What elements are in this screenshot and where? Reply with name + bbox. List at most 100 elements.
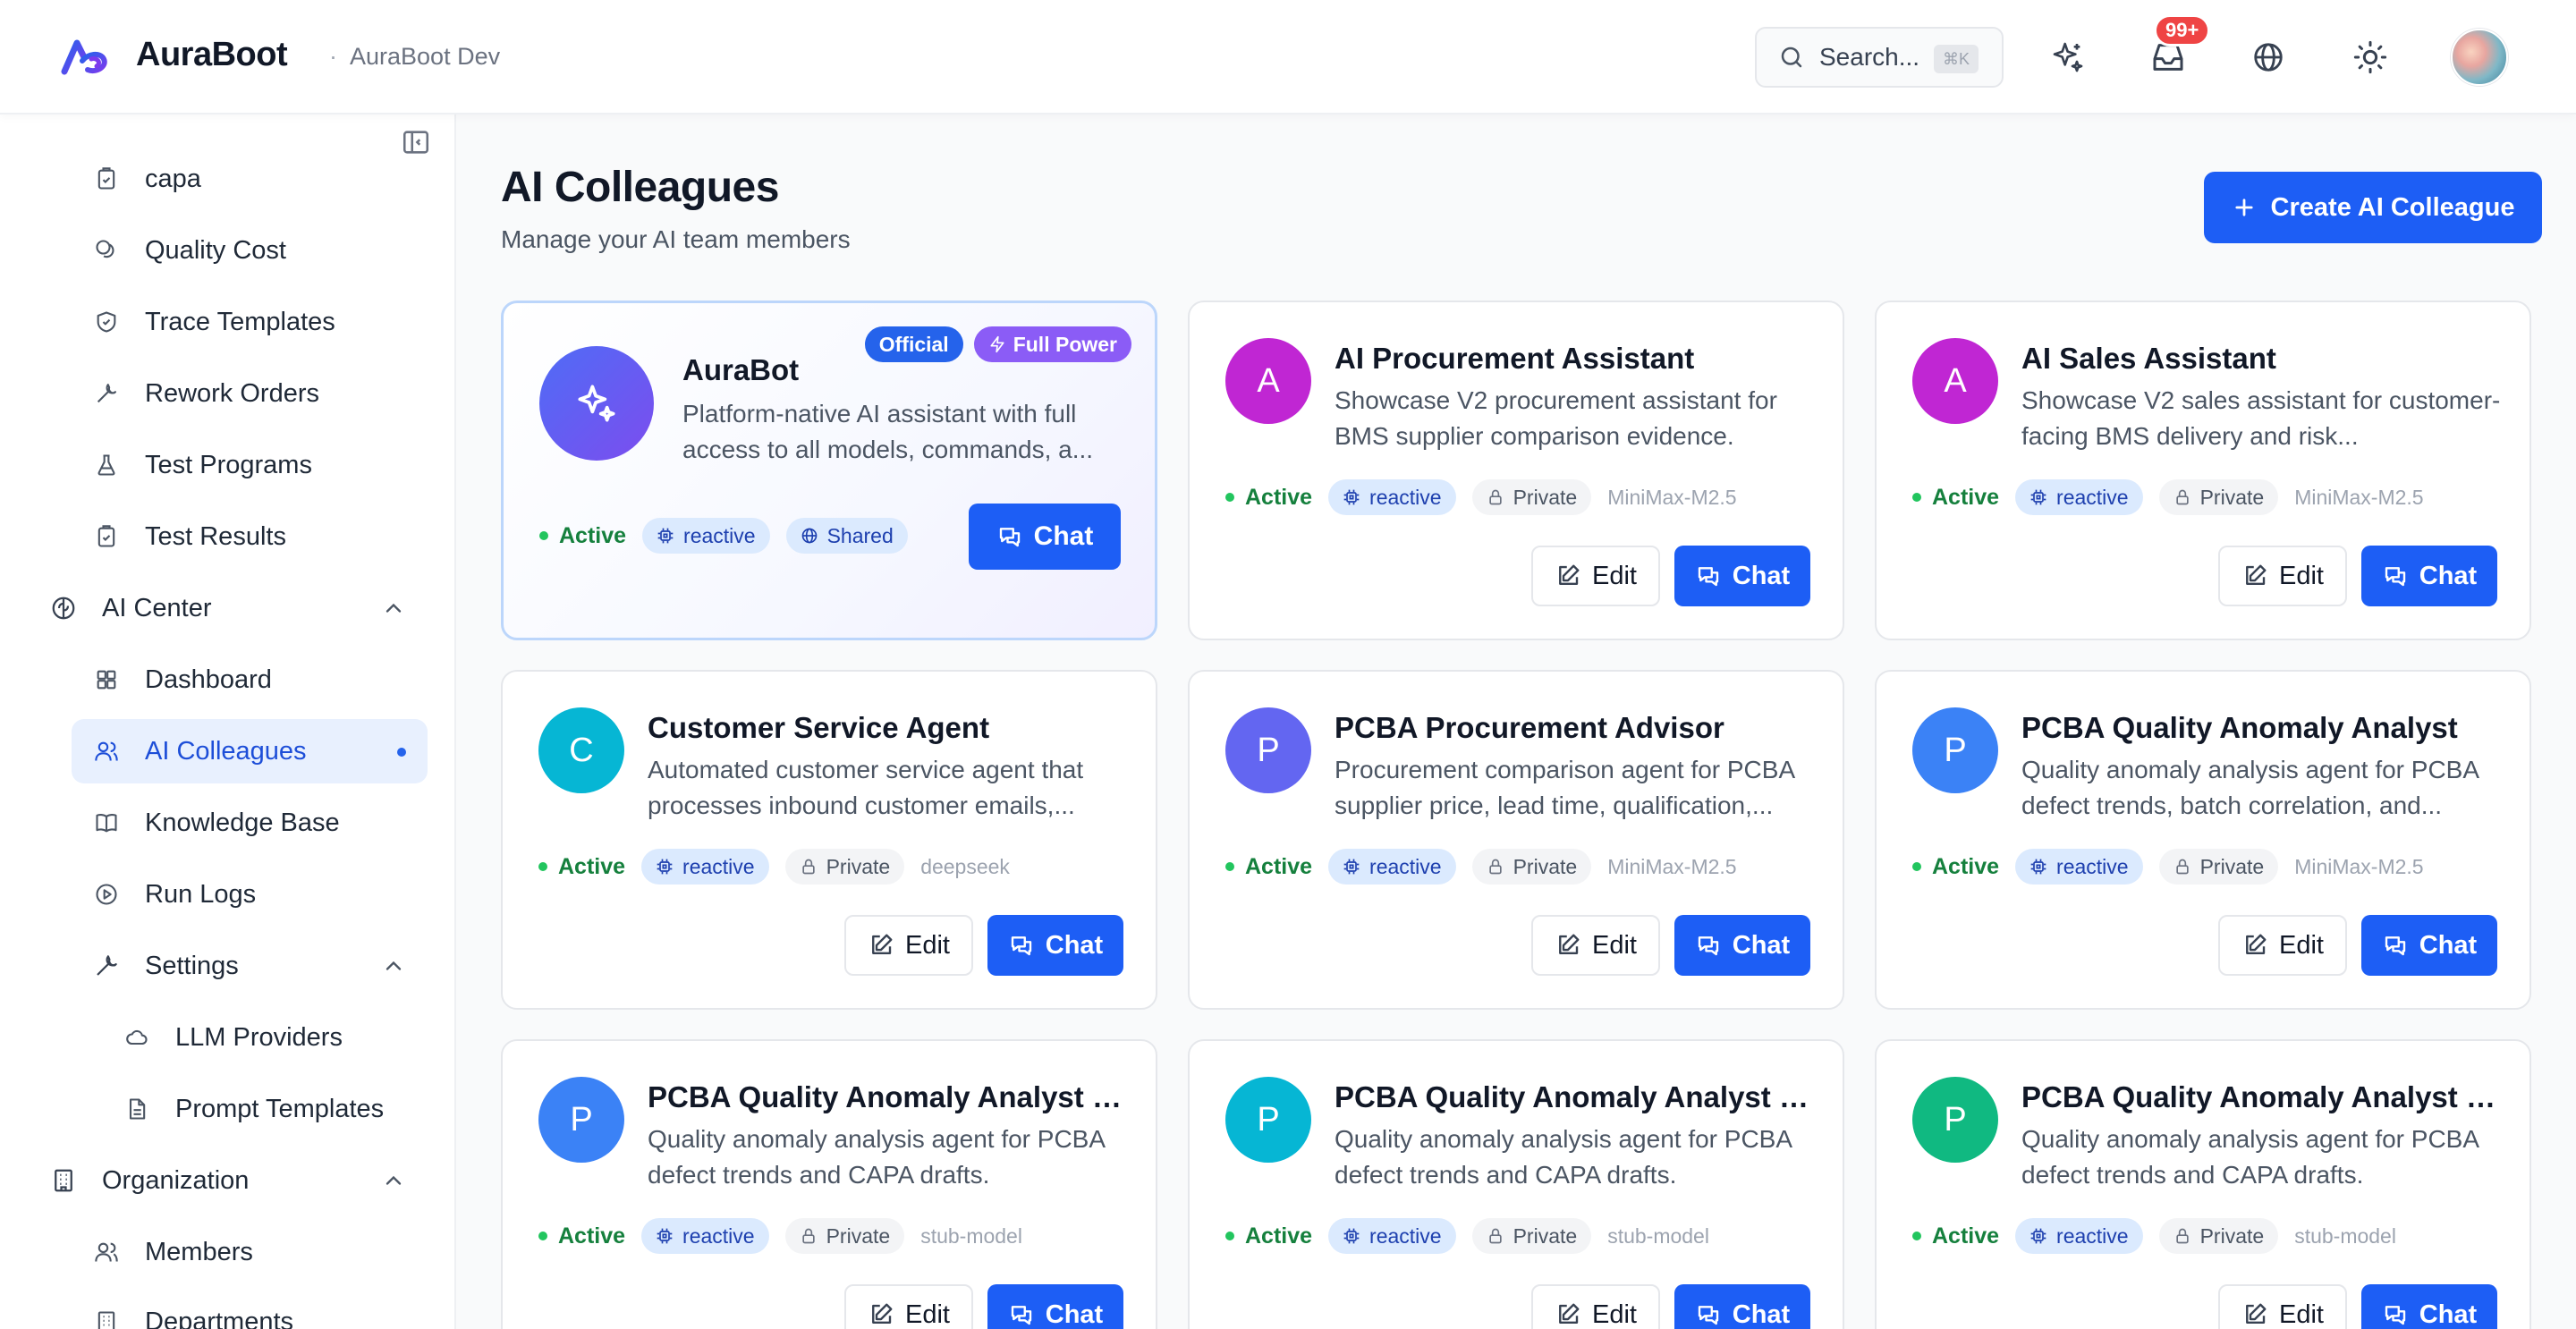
chat-button[interactable]: Chat xyxy=(1674,546,1810,606)
colleague-card[interactable]: P PCBA Quality Anomaly Analyst E... Qualit… xyxy=(501,1039,1157,1329)
colleague-card[interactable]: A AI Procurement Assistant Showcase V2 pro… xyxy=(1188,301,1844,640)
edit-button[interactable]: Edit xyxy=(2218,1284,2347,1329)
edit-icon xyxy=(1559,934,1580,954)
user-avatar[interactable] xyxy=(2451,29,2508,86)
chat-label: Chat xyxy=(1033,521,1094,551)
lock-icon xyxy=(2175,489,2189,505)
sidebar-item-rework-orders[interactable]: Rework Orders xyxy=(93,361,424,426)
chat-button[interactable]: Chat xyxy=(987,915,1123,976)
sidebar-item-label: AI Colleagues xyxy=(145,736,307,766)
edit-button[interactable]: Edit xyxy=(2218,915,2347,976)
wrench-icon xyxy=(93,380,120,407)
create-ai-colleague-button[interactable]: Create AI Colleague xyxy=(2204,172,2542,243)
edit-button[interactable]: Edit xyxy=(2218,546,2347,606)
chat-button[interactable]: Chat xyxy=(1674,1284,1810,1329)
agent-name: AI Procurement Assistant xyxy=(1335,342,1695,375)
language-button[interactable] xyxy=(2247,36,2290,79)
edit-icon xyxy=(1559,564,1580,585)
mode-badge: reactive xyxy=(1328,1218,1456,1254)
sidebar-item-test-results[interactable]: Test Results xyxy=(93,504,424,569)
colleague-card[interactable]: Official Full Power AuraBot Platform-native… xyxy=(501,301,1157,640)
page-subtitle: Manage your AI team members xyxy=(501,225,851,253)
message-icon xyxy=(2385,1306,2405,1325)
colleague-card[interactable]: A AI Sales Assistant Showcase V2 sales ass… xyxy=(1875,301,2531,640)
chevron-up-icon xyxy=(386,1175,402,1185)
grid-icon xyxy=(93,666,120,693)
edit-button[interactable]: Edit xyxy=(1531,546,1660,606)
mode-badge: reactive xyxy=(2015,1218,2143,1254)
agent-description: Quality anomaly analysis agent for PCBA … xyxy=(2021,756,2479,819)
status-badge: Active xyxy=(1225,854,1312,880)
sidebar-item-trace-templates[interactable]: Trace Templates xyxy=(93,290,424,354)
sidebar-item-prompt-templates[interactable]: Prompt Templates xyxy=(123,1077,424,1141)
chat-button[interactable]: Chat xyxy=(2361,1284,2497,1329)
sidebar-item-run-logs[interactable]: Run Logs xyxy=(93,862,424,927)
colleague-card[interactable]: P PCBA Procurement Advisor Procurement com… xyxy=(1188,670,1844,1010)
sidebar-item-capa[interactable]: capa xyxy=(93,147,424,211)
create-button-label: Create AI Colleague xyxy=(2270,192,2515,222)
colleague-card[interactable]: P PCBA Quality Anomaly Analyst E... Qualit… xyxy=(1875,1039,2531,1329)
sidebar-item-departments[interactable]: Departments xyxy=(93,1290,424,1329)
sidebar-item-quality-cost[interactable]: Quality Cost xyxy=(93,218,424,283)
sidebar-section-organization[interactable]: Organization xyxy=(50,1148,406,1213)
edit-button[interactable]: Edit xyxy=(1531,1284,1660,1329)
edit-button[interactable]: Edit xyxy=(844,915,973,976)
status-badge: Active xyxy=(1225,1223,1312,1249)
visibility-label: Private xyxy=(2199,485,2265,509)
building-icon xyxy=(93,1308,120,1329)
visibility-label: Private xyxy=(2199,1223,2265,1248)
status-dot xyxy=(1912,493,1921,502)
cpu-icon xyxy=(657,1228,673,1244)
agent-description: Showcase V2 sales assistant for customer… xyxy=(2021,386,2501,450)
colleague-card[interactable]: P PCBA Quality Anomaly Analyst Quality ano… xyxy=(1875,670,2531,1010)
main-content: AI Colleagues Manage your AI team member… xyxy=(456,114,2576,1329)
visibility-badge: Private xyxy=(784,1218,905,1254)
sidebar-item-label: Rework Orders xyxy=(145,378,319,408)
cpu-icon xyxy=(1343,1228,1360,1244)
agent-avatar: A xyxy=(1912,338,1998,424)
edit-button[interactable]: Edit xyxy=(844,1284,973,1329)
chat-button[interactable]: Chat xyxy=(987,1284,1123,1329)
sidebar-item-knowledge-base[interactable]: Knowledge Base xyxy=(93,791,424,855)
users-icon xyxy=(93,738,120,765)
chat-button[interactable]: Chat xyxy=(2361,915,2497,976)
search-icon xyxy=(1781,47,1802,68)
chat-button[interactable]: Chat xyxy=(969,504,1121,570)
edit-button[interactable]: Edit xyxy=(1531,915,1660,976)
model-name: stub-model xyxy=(920,1223,1022,1248)
agent-meta: Active reactive Private deepseek xyxy=(538,849,1010,885)
model-name: MiniMax-M2.5 xyxy=(1607,485,1737,509)
colleague-card[interactable]: C Customer Service Agent Automated custome… xyxy=(501,670,1157,1010)
edit-label: Edit xyxy=(2279,561,2324,590)
sidebar-item-ai-colleagues[interactable]: AI Colleagues xyxy=(72,719,428,783)
visibility-badge: Private xyxy=(2158,479,2279,515)
sidebar-item-members[interactable]: Members xyxy=(93,1220,424,1284)
chat-button[interactable]: Chat xyxy=(2361,546,2497,606)
workspace-name[interactable]: · AuraBoot Dev xyxy=(329,43,500,71)
search-button[interactable]: Search... ⌘K xyxy=(1755,27,2004,88)
ai-sparkle-button[interactable] xyxy=(2046,36,2089,79)
chat-label: Chat xyxy=(2419,561,2478,590)
mode-badge: reactive xyxy=(1328,849,1456,885)
agent-avatar: P xyxy=(1225,707,1311,793)
visibility-label: Private xyxy=(1513,485,1578,509)
globe-icon xyxy=(801,528,817,544)
theme-toggle-button[interactable] xyxy=(2349,36,2392,79)
visibility-badge: Private xyxy=(1471,849,1592,885)
lock-icon xyxy=(1488,489,1502,505)
sidebar-section-settings[interactable]: Settings xyxy=(93,934,406,998)
sidebar: capa Quality Cost Trace Templates Rework… xyxy=(0,114,456,1329)
status-dot xyxy=(538,862,547,871)
mode-badge: reactive xyxy=(1328,479,1456,515)
edit-label: Edit xyxy=(2279,930,2324,960)
message-icon xyxy=(2385,936,2405,956)
colleague-card[interactable]: P PCBA Quality Anomaly Analyst E... Qualit… xyxy=(1188,1039,1844,1329)
mode-badge: reactive xyxy=(642,518,770,554)
brain-icon xyxy=(50,595,77,622)
sidebar-section-ai-center[interactable]: AI Center xyxy=(50,576,406,640)
chat-button[interactable]: Chat xyxy=(1674,915,1810,976)
brand-name[interactable]: AuraBoot xyxy=(136,36,288,74)
sidebar-item-llm-providers[interactable]: LLM Providers xyxy=(123,1005,424,1070)
sidebar-item-dashboard[interactable]: Dashboard xyxy=(93,648,424,712)
sidebar-item-test-programs[interactable]: Test Programs xyxy=(93,433,424,497)
